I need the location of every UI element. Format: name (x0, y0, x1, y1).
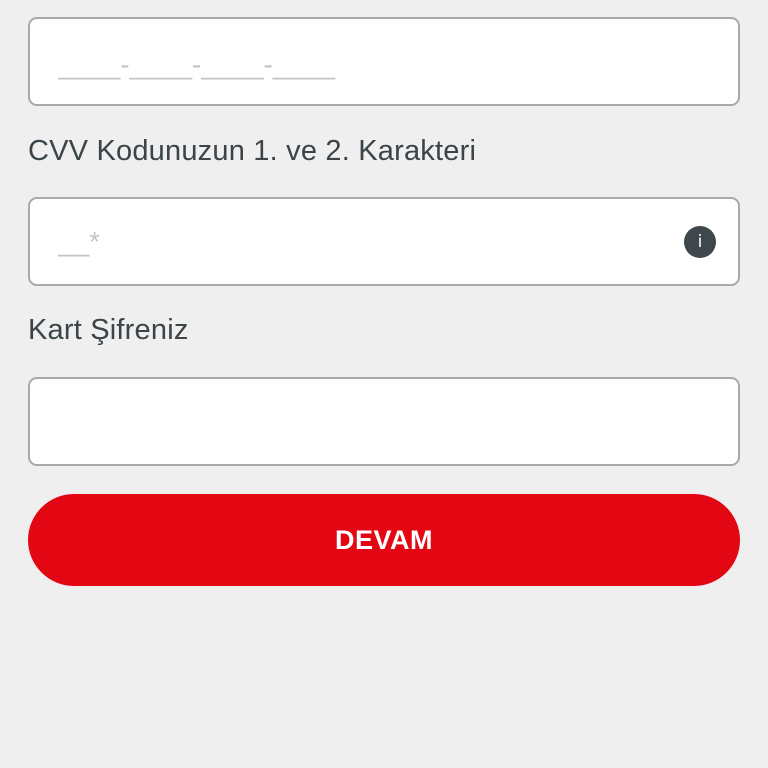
cvv-label: CVV Kodunuzun 1. ve 2. Karakteri (28, 135, 477, 167)
continue-button[interactable]: DEVAM (28, 494, 740, 586)
card-number-field[interactable] (28, 17, 740, 106)
cvv-input[interactable] (30, 199, 738, 284)
cvv-field[interactable]: i (28, 197, 740, 286)
card-number-input[interactable] (30, 19, 738, 104)
pin-label: Kart Şifreniz (28, 314, 189, 346)
pin-field[interactable] (28, 377, 740, 466)
info-icon[interactable]: i (684, 226, 716, 258)
pin-input[interactable] (30, 379, 738, 464)
